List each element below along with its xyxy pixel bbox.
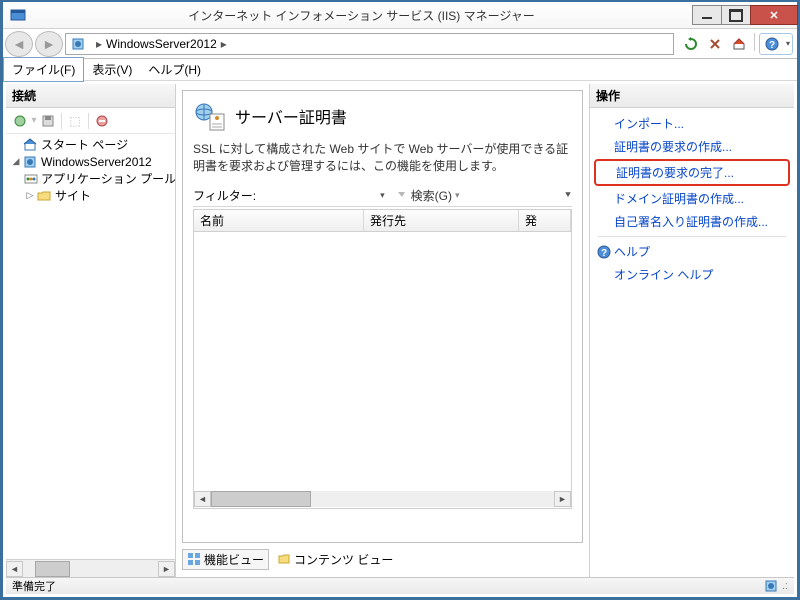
home-icon [22, 137, 38, 153]
page-title: サーバー証明書 [235, 104, 347, 128]
content-view-icon [277, 552, 291, 566]
center-panel: サーバー証明書 SSL に対して構成された Web サイトで Web サーバーが… [176, 84, 589, 577]
action-import[interactable]: インポート... [590, 112, 794, 135]
tree-app-pools[interactable]: アプリケーション プール [6, 170, 175, 187]
breadcrumb-server[interactable]: WindowsServer2012 [106, 37, 217, 51]
status-config-icon [764, 579, 778, 593]
actions-separator [598, 236, 786, 237]
view-switcher: 機能ビュー コンテンツ ビュー [182, 547, 583, 571]
svg-text:?: ? [601, 248, 607, 259]
filter-label: フィルター: [193, 187, 256, 204]
app-pool-icon [24, 171, 38, 187]
connections-tree: スタート ページ ◢ WindowsServer2012 アプリケーション プー… [6, 134, 175, 559]
action-complete-request[interactable]: 証明書の要求の完了... [594, 159, 790, 186]
scroll-thumb[interactable] [35, 561, 70, 577]
show-all-dropdown[interactable]: ⯆ [564, 190, 572, 201]
filter-bar: フィルター: ▾ 検索(G) ▾ ⯆ [193, 185, 572, 207]
breadcrumb[interactable]: ▸ WindowsServer2012 ▸ [65, 33, 674, 55]
minimize-button[interactable] [692, 5, 722, 25]
menubar: ファイル(F) 表示(V) ヘルプ(H) [3, 59, 797, 81]
status-text: 準備完了 [12, 578, 56, 594]
filter-input[interactable] [256, 187, 376, 203]
action-create-self-signed[interactable]: 自己署名入り証明書の作成... [590, 210, 794, 233]
stop-button[interactable] [704, 33, 726, 55]
app-icon [9, 6, 27, 24]
help-icon: ? [596, 244, 612, 260]
up-icon[interactable]: ⬚ [65, 111, 85, 131]
home-button[interactable] [728, 33, 750, 55]
connections-toolbar: ▾ ⬚ [6, 108, 175, 134]
tree-label: スタート ページ [41, 136, 128, 153]
tree-label: サイト [55, 187, 91, 204]
search-go-icon[interactable] [395, 188, 409, 202]
view-label: 機能ビュー [204, 551, 264, 568]
scroll-right-button[interactable]: ► [158, 561, 175, 577]
actions-panel: 操作 インポート... 証明書の要求の作成... 証明書の要求の完了... ドメ… [589, 84, 794, 577]
menu-help[interactable]: ヘルプ(H) [140, 58, 209, 81]
help-dropdown[interactable]: ? [759, 33, 793, 55]
menu-view[interactable]: 表示(V) [84, 58, 140, 81]
content-view-button[interactable]: コンテンツ ビュー [273, 550, 397, 569]
features-view-button[interactable]: 機能ビュー [182, 549, 269, 570]
connections-header: 接続 [6, 84, 175, 108]
chevron-right-icon: ▸ [96, 37, 102, 51]
status-bar: 準備完了 .: [6, 577, 794, 594]
folder-icon [36, 188, 52, 204]
table-body [194, 232, 571, 491]
filter-dropdown-icon[interactable]: ▾ [380, 190, 385, 201]
scroll-left-button[interactable]: ◄ [194, 491, 211, 507]
window-title: インターネット インフォメーション サービス (IIS) マネージャー [31, 7, 692, 24]
scroll-left-button[interactable]: ◄ [6, 561, 23, 577]
tree-sites[interactable]: ▷ サイト [6, 187, 175, 204]
scroll-thumb[interactable] [211, 491, 311, 507]
titlebar: インターネット インフォメーション サービス (IIS) マネージャー [3, 2, 797, 29]
tree-label: アプリケーション プール [41, 170, 175, 187]
certificates-table: 名前 発行先 発 ◄ ► [193, 209, 572, 509]
connections-panel: 接続 ▾ ⬚ スタート ページ ◢ WindowsSer [6, 84, 176, 577]
server-icon [70, 36, 86, 52]
save-icon[interactable] [38, 111, 58, 131]
tree-server[interactable]: ◢ WindowsServer2012 [6, 153, 175, 170]
server-icon [22, 154, 38, 170]
svg-text:?: ? [769, 40, 775, 51]
connect-icon[interactable] [10, 111, 30, 131]
features-view-icon [187, 552, 201, 566]
collapse-icon[interactable]: ◢ [10, 156, 22, 167]
col-name[interactable]: 名前 [194, 210, 364, 231]
menu-file[interactable]: ファイル(F) [3, 57, 84, 82]
action-create-domain-cert[interactable]: ドメイン証明書の作成... [590, 187, 794, 210]
table-header: 名前 発行先 発 [194, 210, 571, 232]
server-certificates-icon [193, 99, 227, 133]
scroll-right-button[interactable]: ► [554, 491, 571, 507]
action-online-help[interactable]: オンライン ヘルプ [590, 263, 794, 286]
nav-back-button[interactable]: ◄ [5, 31, 33, 57]
nav-row: ◄ ► ▸ WindowsServer2012 ▸ ? [3, 29, 797, 59]
actions-header: 操作 [590, 84, 794, 108]
tree-label: WindowsServer2012 [41, 155, 152, 169]
action-create-request[interactable]: 証明書の要求の作成... [590, 135, 794, 158]
search-label[interactable]: 検索(G) [411, 187, 452, 204]
page-description: SSL に対して構成された Web サイトで Web サーバーが使用できる証明書… [193, 141, 572, 175]
close-button[interactable] [750, 5, 798, 25]
col-issued-to[interactable]: 発行先 [364, 210, 519, 231]
expand-icon[interactable]: ▷ [24, 190, 36, 201]
tree-h-scrollbar[interactable]: ◄ ► [6, 559, 175, 577]
tree-start-page[interactable]: スタート ページ [6, 136, 175, 153]
view-label: コンテンツ ビュー [294, 551, 393, 568]
refresh-button[interactable] [680, 33, 702, 55]
action-help[interactable]: ? ヘルプ [590, 240, 794, 263]
delete-icon[interactable] [92, 111, 112, 131]
table-h-scrollbar[interactable]: ◄ ► [194, 491, 571, 508]
nav-forward-button[interactable]: ► [35, 31, 63, 57]
col-issuer[interactable]: 発 [519, 210, 571, 231]
maximize-button[interactable] [721, 5, 751, 25]
chevron-right-icon: ▸ [221, 37, 227, 51]
